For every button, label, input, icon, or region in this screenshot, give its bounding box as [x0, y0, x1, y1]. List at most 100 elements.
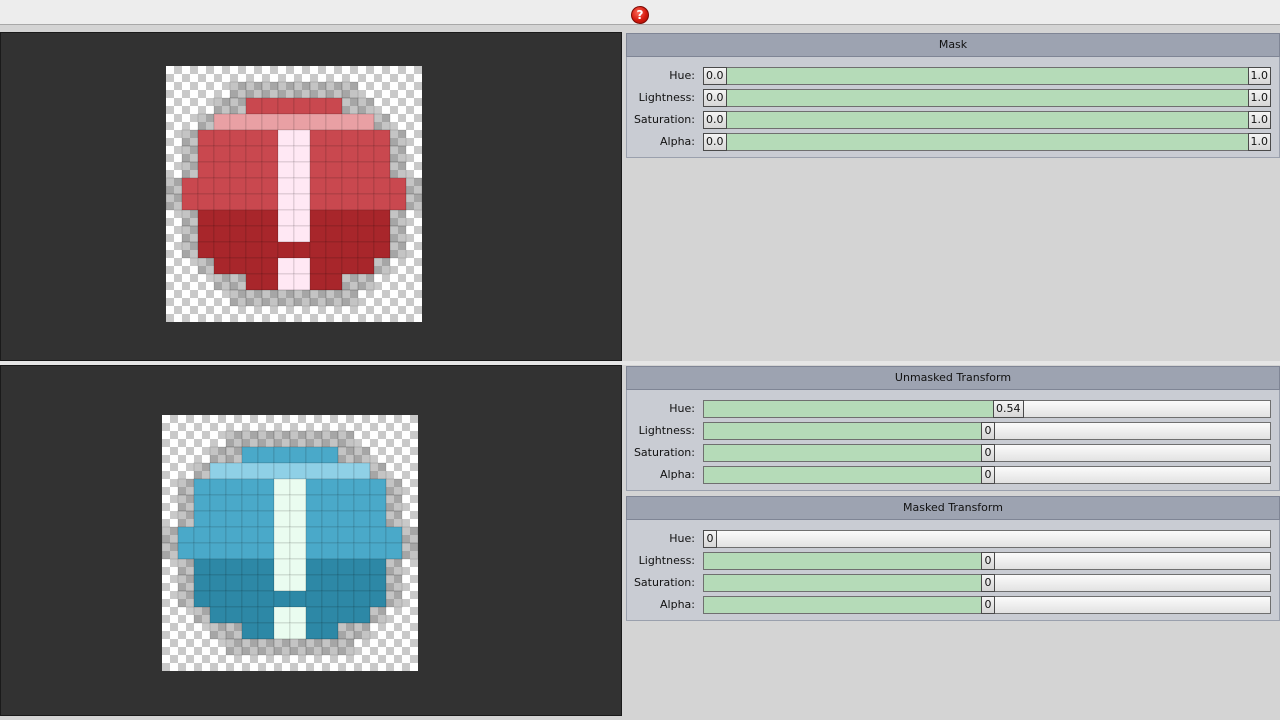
slider-fill [704, 467, 982, 483]
slider-handle[interactable]: 0 [703, 530, 717, 548]
sprite-pixel [181, 209, 199, 227]
max-handle[interactable]: 1.0 [1247, 111, 1271, 129]
sprite-pixel [181, 129, 199, 147]
sprite-pixel [337, 622, 355, 640]
slider-handle[interactable]: 0 [981, 422, 995, 440]
sprite-pixel [197, 177, 215, 195]
slider-handle[interactable]: 0 [981, 574, 995, 592]
range-slider[interactable]: 0.0 1.0 [703, 133, 1271, 151]
sprite-pixel [257, 478, 275, 496]
sprite-pixel [369, 558, 387, 576]
range-slider[interactable]: 0.0 1.0 [703, 89, 1271, 107]
sprite-pixel [373, 161, 391, 179]
min-handle[interactable]: 0.0 [703, 111, 727, 129]
masked-saturation-row: Saturation: 0 [627, 572, 1279, 594]
sprite-pixel [245, 273, 263, 291]
glyph-pixel [277, 257, 295, 275]
slider-label: Hue: [669, 532, 695, 545]
glyph-pixel [273, 574, 291, 592]
sprite-pixel [241, 638, 259, 656]
sprite-pixel [357, 161, 375, 179]
sprite-pixel [353, 622, 371, 640]
sprite-pixel [181, 145, 199, 163]
sprite-pixel [213, 129, 231, 147]
sprite-pixel [309, 225, 327, 243]
sprite-pixel [305, 622, 323, 640]
slider-label: Saturation: [633, 576, 695, 589]
value-slider[interactable]: 0 [703, 466, 1271, 484]
sprite-pixel [385, 478, 403, 496]
min-handle[interactable]: 0.0 [703, 67, 727, 85]
slider-handle[interactable]: 0 [981, 596, 995, 614]
transformed-preview-viewport [0, 365, 622, 716]
glyph-pixel [293, 209, 311, 227]
value-slider[interactable]: 0 [703, 574, 1271, 592]
max-handle[interactable]: 1.0 [1247, 89, 1271, 107]
sprite-pixel [209, 590, 227, 608]
slider-fill [704, 553, 982, 569]
sprite-pixel [257, 430, 275, 448]
question-mark-icon[interactable]: ? [631, 6, 649, 24]
sprite-pixel [369, 510, 387, 528]
sprite-pixel [341, 193, 359, 211]
slider-fill [704, 423, 982, 439]
sprite-pixel [357, 193, 375, 211]
glyph-pixel [289, 478, 307, 496]
sprite-pixel [373, 241, 391, 259]
slider-handle[interactable]: 0 [981, 552, 995, 570]
sprite-pixel [293, 81, 311, 99]
value-slider[interactable]: 0 [703, 596, 1271, 614]
mask-panel: Mask Hue: 0.0 1.0 Lightness: 0.0 1.0 Saturatio… [626, 33, 1280, 158]
warning-sprite-icon [162, 430, 418, 656]
slider-handle[interactable]: 0 [981, 444, 995, 462]
sprite-pixel [229, 289, 247, 307]
max-handle[interactable]: 1.0 [1247, 67, 1271, 85]
glyph-pixel [293, 257, 311, 275]
sprite-pixel [341, 241, 359, 259]
sprite-pixel [353, 446, 371, 464]
sprite-pixel [257, 574, 275, 592]
sprite-pixel [309, 209, 327, 227]
sprite-pixel [401, 542, 418, 560]
min-handle[interactable]: 0.0 [703, 133, 727, 151]
sprite-pixel [337, 510, 355, 528]
slider-label: Lightness: [638, 424, 695, 437]
min-handle[interactable]: 0.0 [703, 89, 727, 107]
slider-handle[interactable]: 0.54 [993, 400, 1024, 418]
sprite-pixel [289, 590, 307, 608]
sprite-pixel [261, 113, 279, 131]
sprite-pixel [257, 462, 275, 480]
value-slider[interactable]: 0 [703, 444, 1271, 462]
empty-area [626, 162, 1280, 361]
sprite-pixel [261, 145, 279, 163]
sprite-pixel [273, 590, 291, 608]
sprite-pixel [213, 177, 231, 195]
sprite-pixel [257, 606, 275, 624]
sprite-pixel [245, 209, 263, 227]
value-slider[interactable]: 0 [703, 530, 1271, 548]
range-slider[interactable]: 0.0 1.0 [703, 67, 1271, 85]
sprite-pixel [261, 257, 279, 275]
sprite-pixel [369, 494, 387, 512]
glyph-pixel [293, 145, 311, 163]
sprite-pixel [273, 430, 291, 448]
sprite-pixel [229, 257, 247, 275]
range-slider[interactable]: 0.0 1.0 [703, 111, 1271, 129]
sprite-pixel [209, 622, 227, 640]
sprite-pixel [193, 590, 211, 608]
sprite-pixel [225, 574, 243, 592]
panel-title: Mask [626, 33, 1280, 57]
slider-handle[interactable]: 0 [981, 466, 995, 484]
max-handle[interactable]: 1.0 [1247, 133, 1271, 151]
slider-fill [704, 134, 1270, 150]
sprite-pixel [229, 97, 247, 115]
value-slider[interactable]: 0 [703, 552, 1271, 570]
value-slider[interactable]: 0 [703, 422, 1271, 440]
sprite-pixel [213, 145, 231, 163]
value-slider[interactable]: 0.54 [703, 400, 1271, 418]
sprite-pixel [213, 97, 231, 115]
sprite-pixel [261, 241, 279, 259]
sprite-pixel [181, 241, 199, 259]
sprite-pixel [389, 209, 407, 227]
sprite-pixel [225, 494, 243, 512]
